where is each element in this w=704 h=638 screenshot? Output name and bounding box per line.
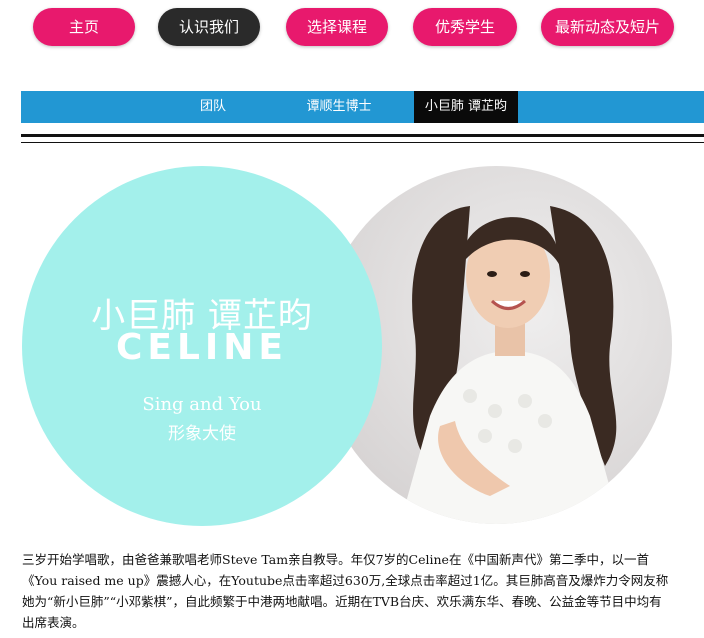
divider-thin xyxy=(21,142,704,143)
sub-nav-dr-tam[interactable]: 谭顺生博士 xyxy=(290,91,388,123)
hero-title-english: CELINE xyxy=(115,327,289,368)
nav-students-button[interactable]: 优秀学生 xyxy=(413,8,517,46)
nav-about-button[interactable]: 认识我们 xyxy=(158,8,260,46)
nav-news-button[interactable]: 最新动态及短片 xyxy=(541,8,674,46)
sub-nav-team[interactable]: 团队 xyxy=(186,91,240,123)
main-nav: 主页 认识我们 选择课程 优秀学生 最新动态及短片 xyxy=(0,0,704,60)
hero-tagline-english: Sing and You xyxy=(142,394,262,415)
nav-home-button[interactable]: 主页 xyxy=(33,8,135,46)
sub-nav-bar: 团队 谭顺生博士 小巨肺 谭芷昀 xyxy=(21,91,704,123)
bio-paragraph: 三岁开始学唱歌，由爸爸兼歌唱老师Steve Tam亲自教导。年仅7岁的Celin… xyxy=(22,552,669,630)
sub-nav-celine[interactable]: 小巨肺 谭芷昀 xyxy=(414,91,518,123)
divider-thick xyxy=(21,134,704,137)
nav-courses-button[interactable]: 选择课程 xyxy=(286,8,388,46)
hero-tagline-chinese: 形象大使 xyxy=(168,424,236,444)
